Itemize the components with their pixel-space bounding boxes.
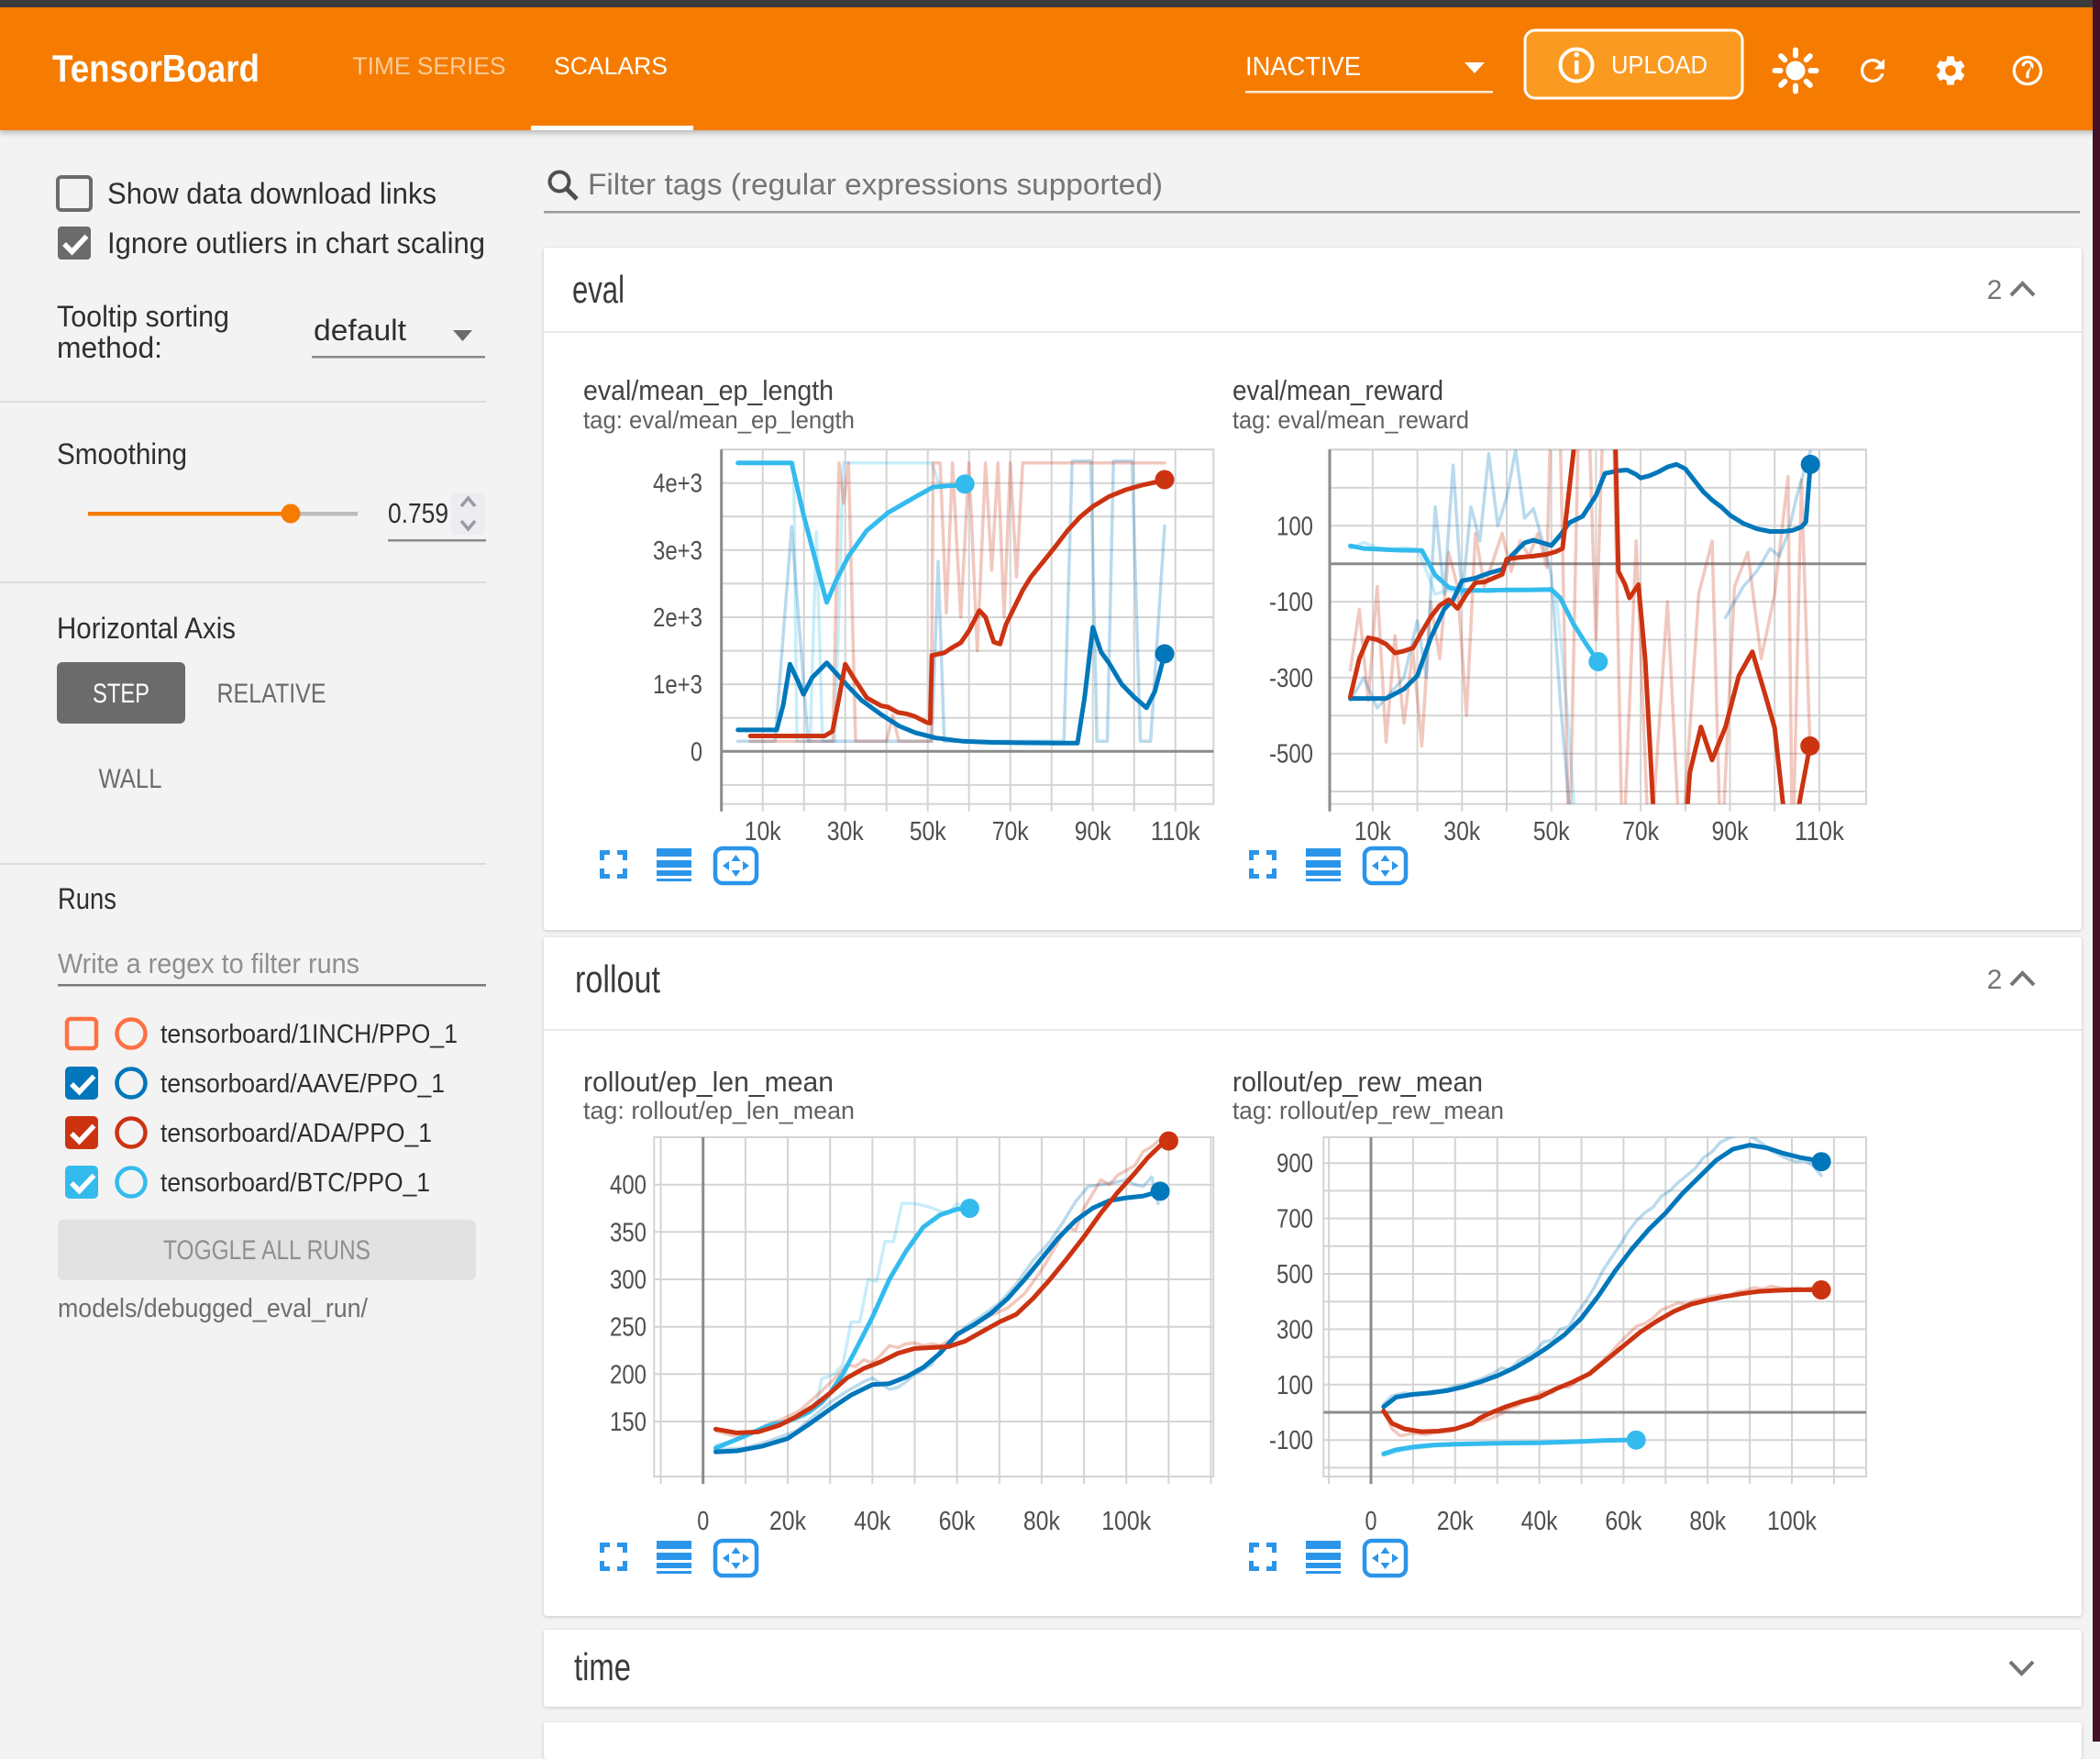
svg-text:900: 900 [1277, 1149, 1313, 1178]
svg-text:70k: 70k [992, 817, 1029, 846]
svg-text:tag: eval/mean_reward: tag: eval/mean_reward [1232, 406, 1469, 434]
svg-text:60k: 60k [1605, 1507, 1641, 1536]
svg-text:20k: 20k [769, 1507, 806, 1536]
svg-text:TIME SERIES: TIME SERIES [353, 52, 506, 80]
svg-text:100k: 100k [1767, 1507, 1817, 1536]
svg-text:3e+3: 3e+3 [653, 537, 702, 566]
svg-text:4e+3: 4e+3 [653, 470, 702, 499]
svg-text:Filter tags (regular expressio: Filter tags (regular expressions support… [588, 168, 1163, 201]
svg-text:tensorboard/ADA/PPO_1: tensorboard/ADA/PPO_1 [160, 1119, 432, 1148]
svg-text:eval/mean_reward: eval/mean_reward [1232, 374, 1443, 406]
svg-text:110k: 110k [1795, 817, 1844, 846]
svg-text:Smoothing: Smoothing [57, 437, 187, 470]
svg-text:100: 100 [1277, 1371, 1313, 1400]
svg-text:rollout/ep_len_mean: rollout/ep_len_mean [583, 1066, 834, 1098]
svg-text:TensorBoard: TensorBoard [52, 47, 260, 90]
svg-text:method:: method: [57, 331, 162, 364]
svg-text:time: time [574, 1645, 631, 1688]
svg-text:tag: eval/mean_ep_length: tag: eval/mean_ep_length [583, 406, 855, 434]
svg-text:Runs: Runs [58, 882, 116, 915]
svg-text:0: 0 [697, 1507, 709, 1536]
svg-text:models/debugged_eval_run/: models/debugged_eval_run/ [58, 1294, 369, 1323]
svg-text:tensorboard/AAVE/PPO_1: tensorboard/AAVE/PPO_1 [160, 1069, 445, 1099]
svg-text:0: 0 [691, 737, 702, 767]
svg-text:Tooltip sorting: Tooltip sorting [57, 300, 229, 333]
svg-text:tag: rollout/ep_len_mean: tag: rollout/ep_len_mean [583, 1097, 855, 1124]
svg-text:Horizontal Axis: Horizontal Axis [57, 612, 236, 645]
svg-text:300: 300 [1277, 1315, 1313, 1344]
svg-text:400: 400 [610, 1171, 647, 1200]
svg-text:250: 250 [610, 1313, 647, 1343]
svg-text:UPLOAD: UPLOAD [1611, 50, 1708, 79]
svg-text:RELATIVE: RELATIVE [217, 679, 326, 709]
svg-text:80k: 80k [1689, 1507, 1726, 1536]
svg-text:tensorboard/BTC/PPO_1: tensorboard/BTC/PPO_1 [160, 1168, 430, 1198]
svg-text:80k: 80k [1023, 1507, 1060, 1536]
svg-text:-300: -300 [1269, 664, 1313, 693]
svg-text:Ignore outliers in chart scali: Ignore outliers in chart scaling [107, 227, 485, 260]
svg-text:30k: 30k [1443, 817, 1480, 846]
svg-text:300: 300 [610, 1266, 647, 1295]
svg-text:60k: 60k [939, 1507, 976, 1536]
svg-text:70k: 70k [1622, 817, 1659, 846]
svg-text:2: 2 [1987, 965, 2003, 995]
svg-text:2: 2 [1987, 275, 2003, 305]
svg-text:tag: rollout/ep_rew_mean: tag: rollout/ep_rew_mean [1232, 1097, 1504, 1124]
svg-text:eval: eval [572, 268, 624, 311]
svg-text:eval/mean_ep_length: eval/mean_ep_length [583, 374, 834, 406]
svg-text:500: 500 [1277, 1260, 1313, 1289]
svg-text:2e+3: 2e+3 [653, 603, 702, 633]
svg-text:40k: 40k [854, 1507, 890, 1536]
svg-text:50k: 50k [1533, 817, 1570, 846]
svg-text:50k: 50k [910, 817, 946, 846]
svg-text:-500: -500 [1269, 740, 1313, 769]
svg-text:200: 200 [610, 1360, 647, 1389]
svg-text:tensorboard/1INCH/PPO_1: tensorboard/1INCH/PPO_1 [160, 1020, 458, 1049]
svg-text:10k: 10k [1354, 817, 1391, 846]
svg-text:1e+3: 1e+3 [653, 670, 702, 700]
svg-text:0: 0 [1365, 1507, 1377, 1536]
svg-text:WALL: WALL [99, 764, 162, 794]
svg-text:350: 350 [610, 1218, 647, 1247]
svg-text:TOGGLE ALL RUNS: TOGGLE ALL RUNS [163, 1235, 370, 1266]
svg-text:-100: -100 [1269, 588, 1313, 617]
svg-text:100: 100 [1277, 512, 1313, 541]
svg-text:rollout: rollout [575, 957, 660, 1001]
svg-text:INACTIVE: INACTIVE [1245, 52, 1361, 82]
svg-text:rollout/ep_rew_mean: rollout/ep_rew_mean [1232, 1066, 1483, 1098]
svg-text:STEP: STEP [93, 679, 149, 709]
svg-text:Show data download links: Show data download links [107, 177, 437, 210]
svg-text:150: 150 [610, 1408, 647, 1437]
svg-text:20k: 20k [1437, 1507, 1474, 1536]
svg-text:700: 700 [1277, 1205, 1313, 1234]
svg-text:90k: 90k [1075, 817, 1111, 846]
svg-text:40k: 40k [1521, 1507, 1558, 1536]
svg-text:30k: 30k [827, 817, 864, 846]
svg-text:default: default [314, 314, 406, 347]
svg-text:110k: 110k [1151, 817, 1200, 846]
svg-text:100k: 100k [1101, 1507, 1151, 1536]
svg-text:-100: -100 [1269, 1426, 1313, 1455]
svg-text:Write a regex to filter runs: Write a regex to filter runs [58, 947, 359, 979]
svg-text:10k: 10k [745, 817, 781, 846]
svg-text:90k: 90k [1712, 817, 1749, 846]
svg-text:0.759: 0.759 [388, 497, 448, 529]
svg-text:SCALARS: SCALARS [554, 52, 668, 80]
